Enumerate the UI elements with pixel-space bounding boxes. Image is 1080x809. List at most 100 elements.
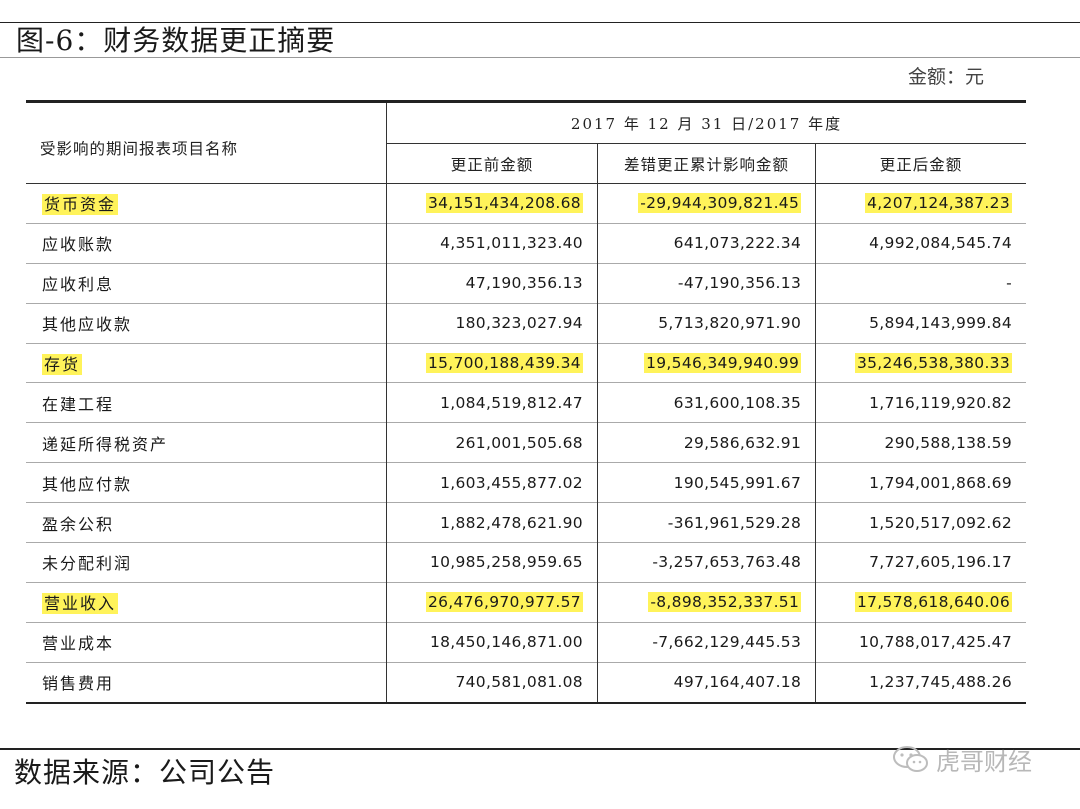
table-row: 营业收入 26,476,970,977.57 -8,898,352,337.51 17… bbox=[26, 581, 1026, 623]
value-before-text: 1,603,455,877.02 bbox=[440, 473, 583, 492]
value-before: 18,450,146,871.00 bbox=[386, 621, 598, 663]
table-row: 在建工程 1,084,519,812.47 631,600,108.35 1,716,… bbox=[26, 382, 1026, 423]
value-impact-text: -7,662,129,445.53 bbox=[652, 633, 802, 652]
row-label-text: 应收利息 bbox=[42, 275, 115, 295]
watermark: 虎哥财经 bbox=[892, 742, 1032, 777]
value-impact-text: 190,545,991.67 bbox=[673, 473, 802, 492]
row-label-text: 应收账款 bbox=[42, 235, 115, 255]
value-after: - bbox=[815, 262, 1026, 304]
table-row: 递延所得税资产 261,001,505.68 29,586,632.91 290,58… bbox=[26, 422, 1026, 463]
value-impact-text: 497,164,407.18 bbox=[673, 673, 802, 692]
value-before: 261,001,505.68 bbox=[386, 422, 598, 463]
value-before-text: 4,351,011,323.40 bbox=[440, 234, 583, 253]
value-before-text: 15,700,188,439.34 bbox=[425, 353, 583, 373]
value-impact: -29,944,309,821.45 bbox=[596, 183, 816, 224]
value-impact: -3,257,653,763.48 bbox=[596, 542, 816, 583]
value-before: 4,351,011,323.40 bbox=[386, 222, 598, 264]
value-before-text: 261,001,505.68 bbox=[455, 433, 583, 452]
source-note: 数据来源：公司公告 bbox=[14, 756, 276, 789]
value-impact: 497,164,407.18 bbox=[596, 661, 816, 703]
col-header-before: 更正前金额 bbox=[386, 143, 598, 184]
period-header: 2017 年 12 月 31 日/2017 年度 bbox=[386, 101, 1026, 144]
value-after-text: 5,894,143,999.84 bbox=[869, 314, 1012, 333]
row-label-text: 其他应付款 bbox=[42, 474, 133, 494]
table-row: 盈余公积 1,882,478,621.90 -361,961,529.28 1,520… bbox=[26, 502, 1026, 543]
value-after: 10,788,017,425.47 bbox=[815, 621, 1026, 663]
value-after-text: 1,237,745,488.26 bbox=[869, 673, 1012, 692]
value-impact-text: 641,073,222.34 bbox=[673, 234, 802, 253]
value-before: 10,985,258,959.65 bbox=[386, 542, 598, 583]
value-impact-text: 19,546,349,940.99 bbox=[644, 353, 802, 373]
value-impact-text: -47,190,356.13 bbox=[677, 274, 802, 293]
value-before: 1,084,519,812.47 bbox=[386, 382, 598, 423]
row-label-text: 递延所得税资产 bbox=[42, 434, 169, 454]
value-before-text: 1,882,478,621.90 bbox=[440, 513, 583, 532]
table-row: 应收利息 47,190,356.13 -47,190,356.13 - bbox=[26, 262, 1026, 304]
row-label: 其他应付款 bbox=[26, 462, 387, 503]
value-after-text: 290,588,138.59 bbox=[884, 433, 1012, 452]
top-rule bbox=[0, 22, 1080, 23]
value-after: 290,588,138.59 bbox=[815, 422, 1026, 463]
value-impact: -7,662,129,445.53 bbox=[596, 621, 816, 663]
value-before: 1,603,455,877.02 bbox=[386, 462, 598, 503]
value-after-text: 10,788,017,425.47 bbox=[858, 633, 1012, 652]
row-label: 在建工程 bbox=[26, 382, 387, 423]
value-impact: -47,190,356.13 bbox=[596, 262, 816, 304]
row-label: 存货 bbox=[26, 342, 387, 383]
row-label-text: 在建工程 bbox=[42, 394, 115, 414]
value-after-text: 17,578,618,640.06 bbox=[854, 592, 1012, 613]
value-after: 4,992,084,545.74 bbox=[815, 222, 1026, 264]
value-after-text: 4,207,124,387.23 bbox=[865, 193, 1012, 214]
value-after-text: 4,992,084,545.74 bbox=[869, 234, 1012, 253]
row-label: 营业收入 bbox=[26, 581, 387, 623]
value-before-text: 18,450,146,871.00 bbox=[429, 633, 583, 652]
value-impact: -361,961,529.28 bbox=[596, 502, 816, 543]
value-impact: 29,586,632.91 bbox=[596, 422, 816, 463]
value-after-text: 1,716,119,920.82 bbox=[869, 393, 1012, 412]
table-body: 货币资金 34,151,434,208.68 -29,944,309,821.45 4… bbox=[26, 183, 1026, 703]
row-header: 受影响的期间报表项目名称 bbox=[26, 101, 387, 184]
row-label: 其他应收款 bbox=[26, 302, 387, 344]
col-header-after: 更正后金额 bbox=[815, 143, 1026, 184]
row-label-text: 其他应收款 bbox=[42, 315, 133, 335]
value-after-text: 7,727,605,196.17 bbox=[869, 553, 1012, 572]
row-label: 营业成本 bbox=[26, 621, 387, 663]
col-header-impact: 差错更正累计影响金额 bbox=[596, 143, 816, 184]
value-after-text: 1,520,517,092.62 bbox=[869, 513, 1012, 532]
value-impact: 641,073,222.34 bbox=[596, 222, 816, 264]
value-impact: 19,546,349,940.99 bbox=[596, 342, 816, 383]
value-after: 1,716,119,920.82 bbox=[815, 382, 1026, 423]
value-impact-text: -29,944,309,821.45 bbox=[638, 193, 802, 214]
row-label-text: 未分配利润 bbox=[42, 554, 133, 574]
watermark-text: 虎哥财经 bbox=[936, 748, 1032, 776]
value-impact: 631,600,108.35 bbox=[596, 382, 816, 423]
value-after: 4,207,124,387.23 bbox=[815, 183, 1026, 224]
value-after-text: - bbox=[1006, 274, 1012, 293]
value-impact-text: -8,898,352,337.51 bbox=[648, 592, 802, 613]
value-after: 1,520,517,092.62 bbox=[815, 502, 1026, 543]
table-row: 存货 15,700,188,439.34 19,546,349,940.99 35,2… bbox=[26, 342, 1026, 383]
value-impact-text: -3,257,653,763.48 bbox=[652, 553, 802, 572]
value-before-text: 47,190,356.13 bbox=[465, 274, 583, 293]
value-impact-text: 631,600,108.35 bbox=[673, 393, 802, 412]
value-before: 47,190,356.13 bbox=[386, 262, 598, 304]
value-before: 34,151,434,208.68 bbox=[386, 183, 598, 224]
value-after: 1,237,745,488.26 bbox=[815, 661, 1026, 703]
value-impact: 5,713,820,971.90 bbox=[596, 302, 816, 344]
table-row: 应收账款 4,351,011,323.40 641,073,222.34 4,992,… bbox=[26, 222, 1026, 264]
value-impact: -8,898,352,337.51 bbox=[596, 581, 816, 623]
row-label: 盈余公积 bbox=[26, 502, 387, 543]
table-row: 其他应收款 180,323,027.94 5,713,820,971.90 5,894… bbox=[26, 302, 1026, 344]
value-impact-text: 29,586,632.91 bbox=[683, 433, 802, 452]
financial-correction-table: 受影响的期间报表项目名称 2017 年 12 月 31 日/2017 年度 更正… bbox=[26, 100, 1026, 704]
table-row: 其他应付款 1,603,455,877.02 190,545,991.67 1,794… bbox=[26, 462, 1026, 503]
value-before: 740,581,081.08 bbox=[386, 661, 598, 703]
row-label: 货币资金 bbox=[26, 184, 387, 224]
value-after: 1,794,001,868.69 bbox=[815, 462, 1026, 503]
row-label-text: 销售费用 bbox=[42, 674, 115, 694]
value-before-text: 180,323,027.94 bbox=[455, 314, 583, 333]
value-before-text: 10,985,258,959.65 bbox=[429, 553, 583, 572]
value-after: 5,894,143,999.84 bbox=[815, 302, 1026, 344]
row-label: 应收账款 bbox=[26, 222, 387, 264]
row-label-text: 盈余公积 bbox=[42, 514, 115, 534]
